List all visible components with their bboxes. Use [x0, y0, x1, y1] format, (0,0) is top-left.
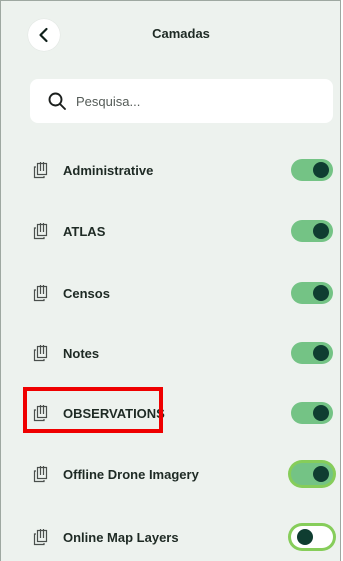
layer-toggle[interactable]	[291, 463, 333, 485]
highlight-box	[23, 387, 163, 433]
toggle-knob	[297, 529, 313, 545]
layer-toggle[interactable]	[291, 402, 333, 424]
layer-label: Administrative	[63, 162, 154, 178]
layer-row-administrative[interactable]: Administrative	[1, 150, 342, 190]
layers-icon	[33, 162, 48, 179]
panel-header: Camadas	[1, 1, 340, 67]
layer-row-notes[interactable]: Notes	[1, 333, 342, 373]
layers-icon	[33, 345, 48, 362]
layer-row-atlas[interactable]: ATLAS	[1, 211, 342, 251]
toggle-knob	[313, 466, 329, 482]
layer-toggle[interactable]	[291, 220, 333, 242]
layer-label: Offline Drone Imagery	[63, 466, 199, 482]
layers-icon	[33, 529, 48, 546]
back-button[interactable]	[28, 19, 60, 51]
chevron-left-icon	[39, 27, 48, 43]
toggle-knob	[313, 405, 329, 421]
layers-icon	[33, 223, 48, 240]
layers-panel: Camadas Pesquisa... Administrative ATLAS	[0, 0, 341, 561]
layer-row-online-map-layers[interactable]: Online Map Layers	[1, 517, 342, 557]
layer-toggle[interactable]	[291, 159, 333, 181]
layer-row-offline-drone-imagery[interactable]: Offline Drone Imagery	[1, 454, 342, 494]
layers-icon	[33, 466, 48, 483]
layers-icon	[33, 285, 48, 302]
page-title: Camadas	[152, 26, 210, 41]
toggle-knob	[313, 162, 329, 178]
search-field[interactable]: Pesquisa...	[30, 79, 333, 123]
toggle-knob	[313, 285, 329, 301]
layer-label: Censos	[63, 285, 110, 301]
layer-label: ATLAS	[63, 223, 106, 239]
toggle-knob	[313, 223, 329, 239]
toggle-knob	[313, 345, 329, 361]
search-icon	[48, 92, 66, 110]
layer-toggle[interactable]	[291, 526, 333, 548]
layer-row-censos[interactable]: Censos	[1, 273, 342, 313]
layer-toggle[interactable]	[291, 342, 333, 364]
layer-label: Notes	[63, 345, 100, 361]
search-input[interactable]: Pesquisa...	[76, 94, 140, 109]
layer-toggle[interactable]	[291, 282, 333, 304]
layer-label: Online Map Layers	[63, 529, 179, 545]
